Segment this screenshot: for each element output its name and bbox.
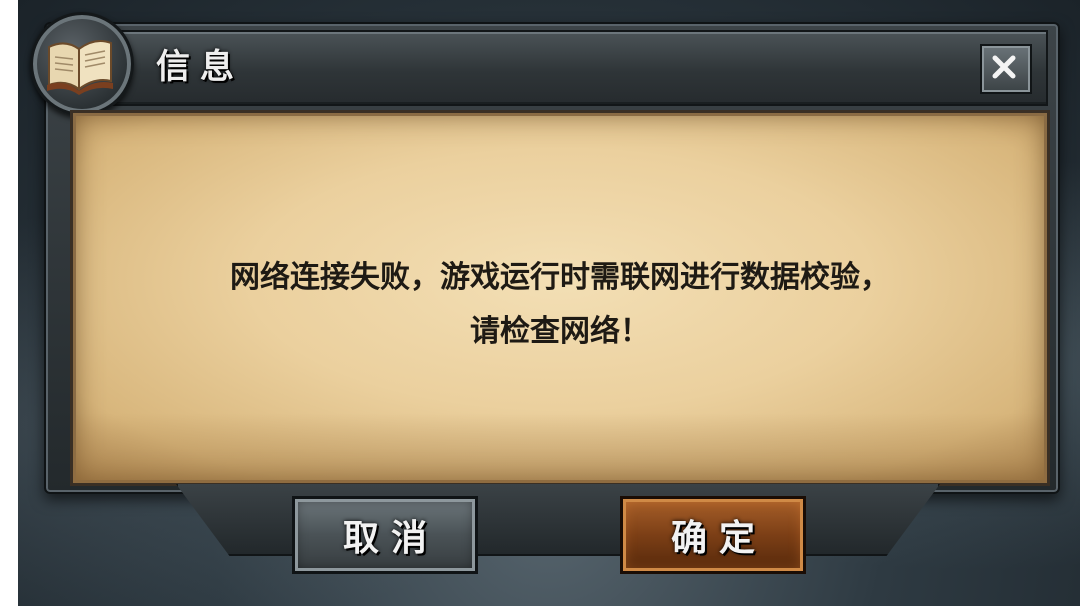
confirm-button[interactable]: 确定	[620, 496, 806, 574]
cancel-button-label: 取消	[342, 518, 439, 559]
close-button[interactable]	[980, 44, 1032, 94]
message-line-2: 请检查网络！	[470, 314, 650, 349]
dialog-title: 信息	[156, 47, 244, 87]
confirm-button-label: 确定	[670, 518, 767, 559]
message-panel: 网络连接失败，游戏运行时需联网进行数据校验， 请检查网络！	[70, 110, 1050, 486]
parchment-shading	[73, 413, 1047, 483]
message-line-1: 网络连接失败，游戏运行时需联网进行数据校验，	[230, 260, 890, 295]
book-icon	[30, 12, 134, 116]
button-tray	[176, 484, 940, 556]
dialog-message: 网络连接失败，游戏运行时需联网进行数据校验， 请检查网络！	[73, 251, 1047, 359]
cancel-button[interactable]: 取消	[292, 496, 478, 574]
close-icon	[992, 55, 1016, 79]
